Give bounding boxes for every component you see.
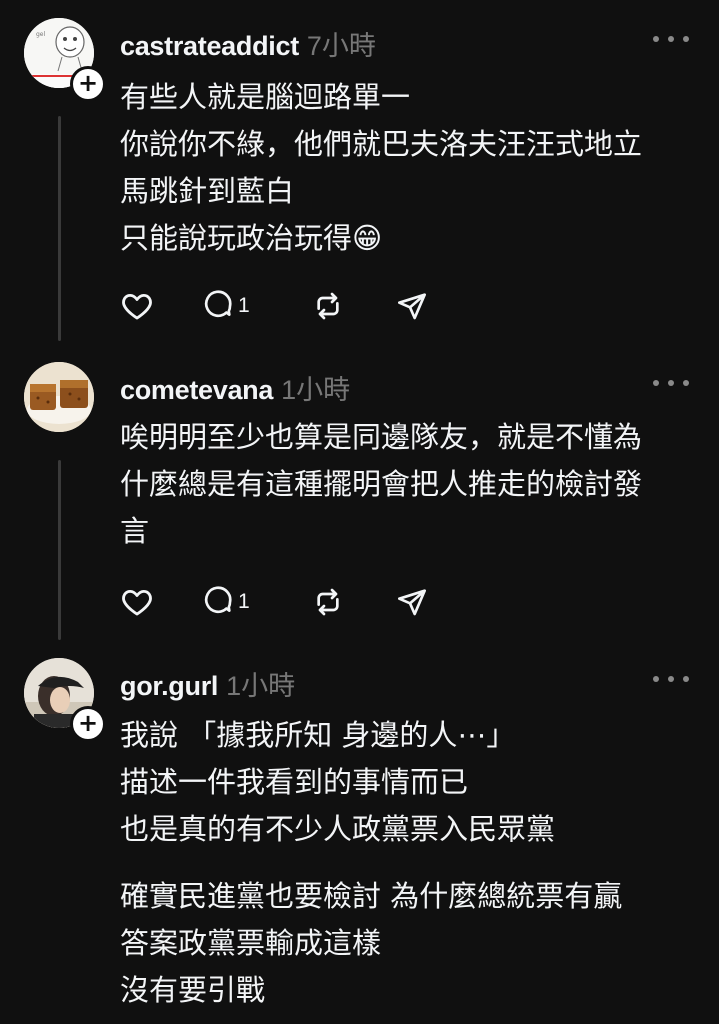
username[interactable]: gor.gurl <box>120 671 218 701</box>
text-line: 言 <box>120 514 150 548</box>
repost-button[interactable] <box>312 286 396 326</box>
send-icon <box>398 293 426 320</box>
text-line: 確實民進黨也要檢討 為什麼總統票有贏 <box>120 879 623 913</box>
post-3: + gor.gurl 1小時 我說 「據我所知 身邊的人⋯」 描述一件我看到的事情… <box>0 658 719 1024</box>
repost-button[interactable] <box>312 582 396 622</box>
text-line: 什麼總是有這種擺明會把人推走的檢討發 <box>120 467 643 501</box>
reply-button[interactable]: 1 <box>202 582 312 622</box>
text-line: 答案政黨票輸成這樣 <box>120 926 382 960</box>
repost-icon <box>317 588 339 616</box>
send-icon <box>398 589 426 616</box>
follow-button[interactable]: + <box>70 66 106 102</box>
text-line: 唉明明至少也算是同邊隊友，就是不懂為 <box>120 420 643 454</box>
text-line: 馬跳針到藍白 <box>120 174 295 208</box>
action-bar: 1 <box>120 582 428 622</box>
text-line: 我說 「據我所知 身邊的人⋯」 <box>120 718 516 752</box>
text-line: 你說你不綠，他們就巴夫洛夫汪汪式地立 <box>120 127 643 161</box>
svg-text:gel: gel <box>36 31 46 38</box>
share-button[interactable] <box>396 286 428 326</box>
timestamp: 1小時 <box>281 375 351 405</box>
username[interactable]: cometevana <box>120 375 273 405</box>
post-header: gor.gurl 1小時 <box>120 664 295 703</box>
reply-count: 1 <box>238 590 250 613</box>
text-line: 沒有要引戰 <box>120 973 266 1007</box>
share-button[interactable] <box>396 582 428 622</box>
avatar[interactable] <box>24 362 94 432</box>
repost-icon <box>317 292 339 320</box>
post-text: 我說 「據我所知 身邊的人⋯」 描述一件我看到的事情而已 也是真的有不少人政黨票… <box>120 712 695 1014</box>
text-line: 有些人就是腦迴路單一 <box>120 80 411 114</box>
like-button[interactable] <box>120 582 202 622</box>
follow-button[interactable]: + <box>70 706 106 742</box>
text-line: 也是真的有不少人政黨票入民眾黨 <box>120 812 556 846</box>
action-bar: 1 <box>120 286 428 326</box>
text-line: 描述一件我看到的事情而已 <box>120 765 469 799</box>
timestamp: 7小時 <box>306 31 376 61</box>
food-cake-avatar-icon <box>24 362 94 432</box>
post-1: gel + castrateaddict 7小時 有些人就是腦迴路單一 你說你不綠… <box>0 18 719 348</box>
like-button[interactable] <box>120 286 202 326</box>
thread-line <box>58 460 61 640</box>
reply-count: 1 <box>238 294 250 317</box>
username[interactable]: castrateaddict <box>120 31 299 61</box>
post-text: 有些人就是腦迴路單一 你說你不綠，他們就巴夫洛夫汪汪式地立 馬跳針到藍白 只能說… <box>120 74 695 262</box>
comment-icon <box>204 586 232 614</box>
heart-icon <box>122 293 152 320</box>
post-header: cometevana 1小時 <box>120 368 350 407</box>
more-options-icon[interactable] <box>653 32 689 46</box>
timestamp: 1小時 <box>226 671 296 701</box>
reply-button[interactable]: 1 <box>202 286 312 326</box>
more-options-icon[interactable] <box>653 672 689 686</box>
comment-icon <box>204 290 232 318</box>
more-options-icon[interactable] <box>653 376 689 390</box>
heart-icon <box>122 589 152 616</box>
thread-line <box>58 116 61 341</box>
text-line: 只能說玩政治玩得😁 <box>120 221 383 255</box>
post-header: castrateaddict 7小時 <box>120 24 376 63</box>
post-text: 唉明明至少也算是同邊隊友，就是不懂為 什麼總是有這種擺明會把人推走的檢討發 言 <box>120 414 695 555</box>
post-2: cometevana 1小時 唉明明至少也算是同邊隊友，就是不懂為 什麼總是有這種… <box>0 362 719 652</box>
